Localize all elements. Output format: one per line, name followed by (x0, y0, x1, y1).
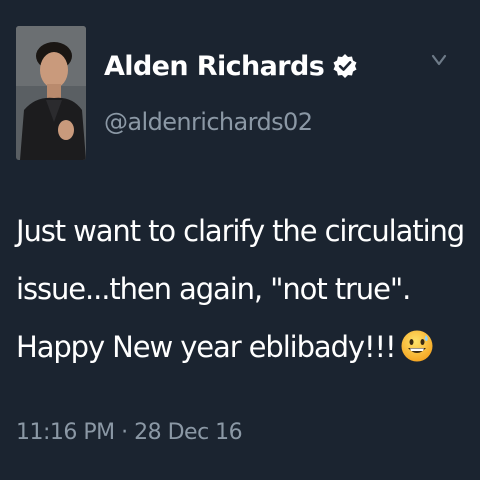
tweet-text: Just want to clarify the circulating iss… (16, 202, 466, 376)
tweet-card: Alden Richards @aldenrichards02 Just wan… (0, 0, 480, 480)
tweet-timestamp[interactable]: 11:16 PM · 28 Dec 16 (16, 420, 243, 445)
grinning-face-with-sweat-emoji (400, 324, 434, 362)
verified-badge-icon (332, 53, 358, 79)
user-handle[interactable]: @aldenrichards02 (104, 108, 313, 136)
display-name[interactable]: Alden Richards (104, 51, 325, 82)
avatar[interactable] (16, 26, 86, 160)
chevron-down-icon[interactable] (428, 50, 450, 70)
author-row: Alden Richards (104, 44, 358, 88)
tweet-body: Just want to clarify the circulating iss… (16, 214, 465, 364)
